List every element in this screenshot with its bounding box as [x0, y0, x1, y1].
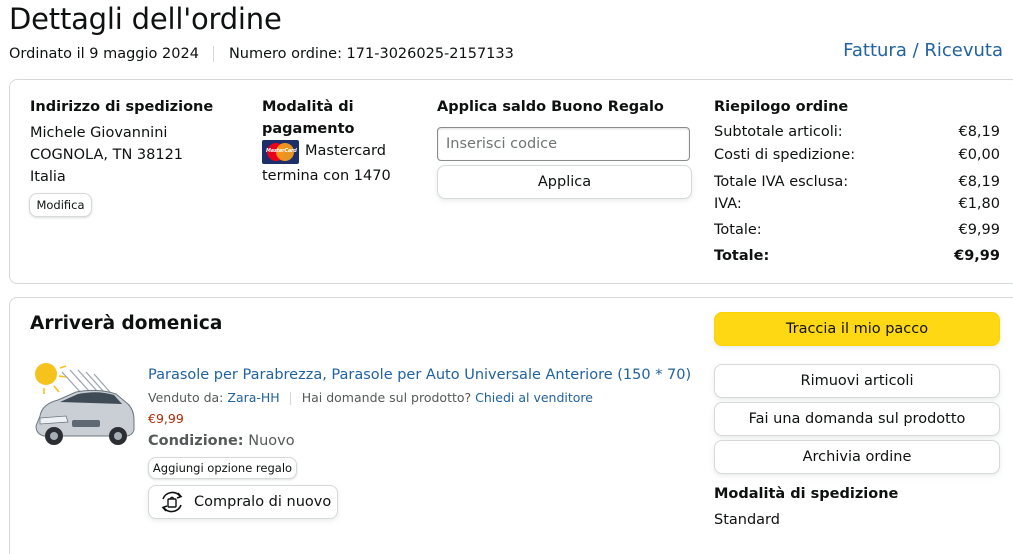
summary-row: Costi di spedizione: €0,00	[714, 144, 1000, 166]
ask-seller-link[interactable]: Chiedi al venditore	[475, 389, 593, 407]
invoice-link[interactable]: Fattura / Ricevuta	[843, 40, 1003, 61]
seller-row: Venduto da: Zara-HH Hai domande sul prod…	[148, 389, 593, 407]
shipping-name: Michele Giovannini	[30, 125, 168, 141]
page-title: Dettagli dell'ordine	[9, 2, 282, 36]
summary-value: €8,19	[958, 174, 1000, 190]
seller-divider	[289, 391, 291, 405]
mastercard-logo-text: MasterCard	[266, 148, 297, 154]
edit-address-button[interactable]: Modifica	[29, 193, 92, 217]
summary-label: Costi di spedizione:	[714, 147, 856, 163]
summary-value: €1,80	[958, 196, 1000, 212]
summary-label: Totale IVA esclusa:	[714, 174, 849, 190]
summary-value: €8,19	[958, 124, 1000, 140]
archive-order-button[interactable]: Archivia ordine	[714, 440, 1000, 474]
grand-total-label: Totale:	[714, 248, 770, 264]
order-meta: Ordinato il 9 maggio 2024 Numero ordine:…	[9, 46, 514, 62]
sold-by-label: Venduto da:	[148, 390, 224, 405]
delivery-heading: Arriverà domenica	[30, 313, 223, 334]
summary-label: IVA:	[714, 196, 742, 212]
summary-value: €0,00	[958, 147, 1000, 163]
order-number: Numero ordine: 171-3026025-2157133	[228, 46, 514, 62]
summary-row: Subtotale articoli: €8,19	[714, 121, 1000, 143]
summary-value: €9,99	[958, 222, 1000, 238]
condition-value: Nuovo	[248, 433, 295, 449]
summary-row: IVA: €1,80	[714, 193, 1000, 215]
summary-row: Totale IVA esclusa: €8,19	[714, 171, 1000, 193]
payment-heading-line2: pagamento	[262, 121, 355, 137]
condition-row: Condizione: Nuovo	[148, 431, 295, 451]
shipping-city: COGNOLA, TN 38121	[30, 147, 184, 163]
product-title-link[interactable]: Parasole per Parabrezza, Parasole per Au…	[148, 365, 691, 385]
seller-link[interactable]: Zara-HH	[227, 389, 279, 407]
shipping-method-value: Standard	[714, 512, 780, 528]
ask-product-question-button[interactable]: Fai una domanda sul prodotto	[714, 402, 1000, 436]
card-ending: termina con 1470	[262, 168, 391, 184]
buy-again-icon	[161, 491, 183, 513]
remove-items-button[interactable]: Rimuovi articoli	[714, 364, 1000, 398]
question-text: Hai domande sul prodotto?	[301, 390, 472, 405]
summary-label: Totale:	[714, 222, 762, 238]
summary-row: Totale: €9,99	[714, 219, 1000, 241]
grand-total-value: €9,99	[954, 248, 1000, 264]
shipping-method-heading: Modalità di spedizione	[714, 486, 899, 502]
product-price: €9,99	[148, 411, 184, 426]
summary-heading: Riepilogo ordine	[714, 99, 849, 115]
summary-label: Subtotale articoli:	[714, 124, 843, 140]
gift-code-input[interactable]	[437, 127, 690, 161]
shipping-address-heading: Indirizzo di spedizione	[30, 99, 214, 115]
buy-again-label: Compralo di nuovo	[194, 494, 332, 510]
buy-again-button[interactable]: Compralo di nuovo	[148, 485, 338, 519]
order-date: Ordinato il 9 maggio 2024	[9, 46, 199, 62]
gift-option-button[interactable]: Aggiungi opzione regalo	[148, 457, 297, 479]
track-package-button[interactable]: Traccia il mio pacco	[714, 312, 1000, 346]
mastercard-icon: MasterCard	[262, 140, 299, 164]
product-image[interactable]	[32, 362, 136, 450]
shipping-country: Italia	[30, 169, 66, 185]
meta-divider	[212, 46, 214, 62]
payment-heading-line1: Modalità di	[262, 99, 354, 115]
gift-card-heading: Applica saldo Buono Regalo	[437, 99, 664, 115]
grand-total-row: Totale: €9,99	[714, 245, 1000, 267]
card-brand: Mastercard	[305, 143, 386, 159]
condition-label: Condizione:	[148, 433, 244, 449]
apply-button[interactable]: Applica	[437, 165, 692, 199]
